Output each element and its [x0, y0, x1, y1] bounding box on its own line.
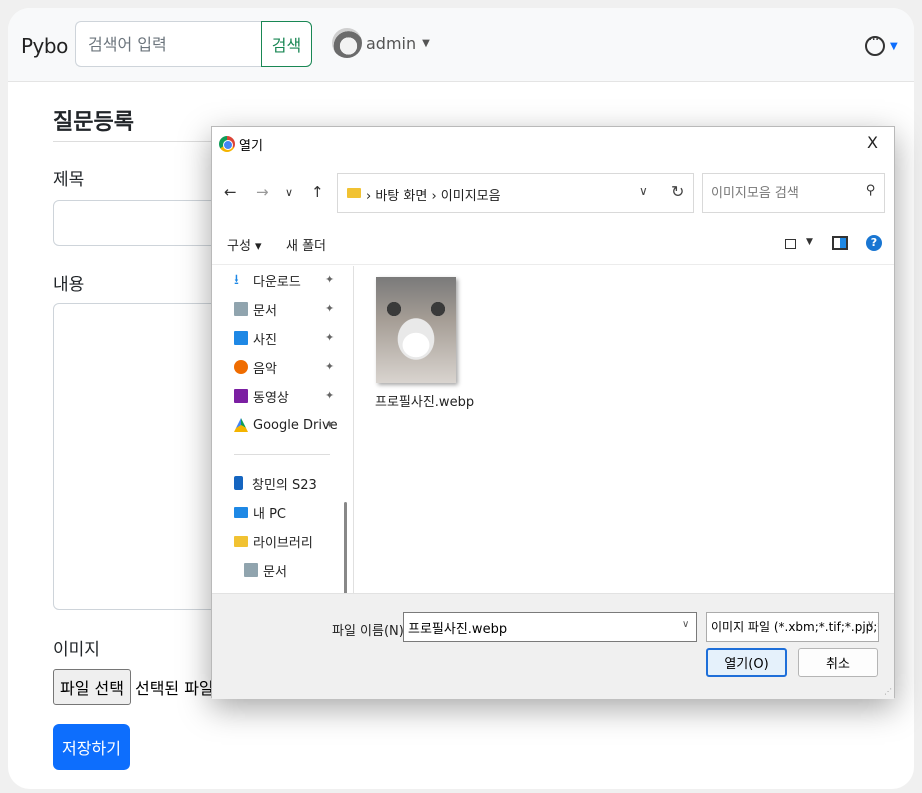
file-item[interactable]: 프로필사진.webp — [375, 277, 475, 410]
breadcrumb-item[interactable]: 바탕 화면 — [375, 189, 427, 204]
dialog-footer: 파일 이름(N): ∨ 이미지 파일 (*.xbm;*.tif;*.pjp;*.… — [212, 593, 894, 699]
back-arrow-icon[interactable]: ← — [224, 183, 237, 201]
chat-icon[interactable] — [865, 32, 885, 56]
organize-menu[interactable]: 구성 ▾ — [227, 235, 262, 254]
search-button[interactable]: 검색 — [261, 21, 312, 67]
pin-icon[interactable]: ✦ — [325, 389, 334, 402]
dialog-titlebar[interactable]: 열기 X — [212, 127, 894, 163]
view-mode-icon[interactable] — [785, 239, 796, 249]
avatar — [332, 28, 362, 58]
caret-down-icon[interactable]: ▼ — [890, 41, 898, 52]
save-button[interactable]: 저장하기 — [53, 724, 130, 770]
chrome-icon — [219, 136, 235, 152]
cancel-button[interactable]: 취소 — [798, 648, 878, 677]
refresh-icon[interactable]: ↻ — [671, 182, 684, 201]
scrollbar[interactable] — [344, 502, 347, 593]
close-button[interactable]: X — [867, 133, 878, 152]
new-folder-button[interactable]: 새 폴더 — [286, 235, 326, 254]
subject-label: 제목 — [53, 170, 85, 190]
document-icon — [244, 563, 258, 577]
video-icon — [234, 389, 248, 403]
brand-link[interactable]: Pybo — [21, 34, 68, 58]
chevron-down-icon[interactable]: ∨ — [867, 619, 874, 630]
nav-item-documents[interactable]: 문서 — [234, 298, 277, 320]
nav-item-this-pc[interactable]: 내 PC — [234, 501, 286, 523]
open-file-dialog: 열기 X ← → ∨ ↑ › 바탕 화면 › 이미지모음 ∨ ↻ ⚲ 구성 ▾ … — [211, 126, 895, 699]
document-icon — [234, 302, 248, 316]
recent-dropdown-icon[interactable]: ∨ — [285, 186, 293, 199]
caret-down-icon[interactable]: ▼ — [806, 237, 813, 247]
google-drive-icon — [234, 418, 248, 432]
divider — [234, 454, 330, 455]
pictures-icon — [234, 331, 248, 345]
breadcrumb-item[interactable]: 이미지모음 — [441, 189, 501, 204]
nav-item-label: 다운로드 — [253, 274, 301, 290]
filetype-select[interactable]: 이미지 파일 (*.xbm;*.tif;*.pjp;*.a — [706, 612, 879, 642]
nav-item-library-documents[interactable]: 문서 — [244, 559, 287, 581]
dialog-title: 열기 — [239, 139, 263, 154]
content-label: 내용 — [53, 275, 85, 295]
pane-splitter[interactable] — [353, 266, 354, 593]
up-arrow-icon[interactable]: ↑ — [311, 183, 324, 201]
search-input[interactable] — [75, 21, 262, 67]
navigation-pane: ⭳ 다운로드 ✦ 문서 ✦ 사진 ✦ 음악 ✦ 동영상 ✦ Google Dri… — [212, 266, 353, 593]
nav-item-label: 동영상 — [253, 390, 289, 406]
pin-icon[interactable]: ✦ — [325, 273, 334, 286]
pin-icon[interactable]: ✦ — [325, 302, 334, 315]
nav-item-label: 문서 — [253, 303, 277, 319]
open-button[interactable]: 열기(O) — [706, 648, 787, 677]
file-name: 프로필사진.webp — [375, 395, 475, 410]
user-menu[interactable]: admin ▼ — [332, 24, 430, 62]
nav-item-label: 라이브러리 — [253, 535, 313, 551]
pin-icon[interactable]: ✦ — [325, 331, 334, 344]
nav-item-label: 사진 — [253, 332, 277, 348]
choose-file-button[interactable]: 파일 선택 — [53, 669, 131, 705]
folder-icon — [347, 188, 361, 198]
chevron-down-icon[interactable]: ∨ — [639, 184, 648, 198]
pin-icon[interactable]: ✦ — [325, 418, 334, 431]
cat-thumbnail — [376, 277, 456, 383]
folder-icon — [234, 535, 248, 547]
address-bar[interactable]: › 바탕 화면 › 이미지모음 ∨ ↻ — [337, 173, 694, 213]
nav-item-music[interactable]: 음악 — [234, 356, 277, 378]
nav-item-videos[interactable]: 동영상 — [234, 385, 289, 407]
download-icon: ⭳ — [234, 272, 239, 288]
phone-icon — [234, 476, 243, 490]
nav-item-libraries[interactable]: 라이브러리 — [234, 530, 313, 552]
resize-grip-icon[interactable]: ⋰ — [884, 687, 892, 696]
nav-item-google-drive[interactable]: Google Drive — [234, 414, 338, 436]
page-title: 질문등록 — [53, 110, 134, 135]
nav-item-pictures[interactable]: 사진 — [234, 327, 277, 349]
folder-search-input[interactable] — [702, 173, 885, 213]
address-row: ← → ∨ ↑ › 바탕 화면 › 이미지모음 ∨ ↻ — [212, 171, 894, 215]
breadcrumb: › 바탕 화면 › 이미지모음 — [366, 189, 501, 204]
image-label: 이미지 — [53, 640, 100, 660]
navbar: Pybo 검색 admin ▼ ▼ — [8, 8, 914, 82]
username: admin — [366, 33, 417, 53]
pin-icon[interactable]: ✦ — [325, 360, 334, 373]
chevron-down-icon[interactable]: ∨ — [682, 619, 689, 630]
nav-item-label: 내 PC — [253, 506, 287, 522]
preview-pane-icon[interactable] — [832, 236, 848, 250]
pc-icon — [234, 506, 248, 518]
filename-label: 파일 이름(N): — [332, 624, 409, 639]
help-icon[interactable]: ? — [866, 235, 882, 251]
nav-item-phone[interactable]: 창민의 S23 — [234, 472, 317, 494]
search-icon[interactable]: ⚲ — [866, 183, 876, 198]
music-icon — [234, 360, 248, 374]
nav-item-label: 문서 — [263, 564, 287, 580]
nav-item-label: 음악 — [253, 361, 277, 377]
filename-input[interactable] — [403, 612, 697, 642]
nav-item-downloads[interactable]: ⭳ 다운로드 — [234, 269, 301, 291]
nav-item-label: 창민의 S23 — [252, 477, 317, 493]
caret-down-icon: ▼ — [422, 37, 430, 49]
forward-arrow-icon[interactable]: → — [256, 183, 269, 201]
